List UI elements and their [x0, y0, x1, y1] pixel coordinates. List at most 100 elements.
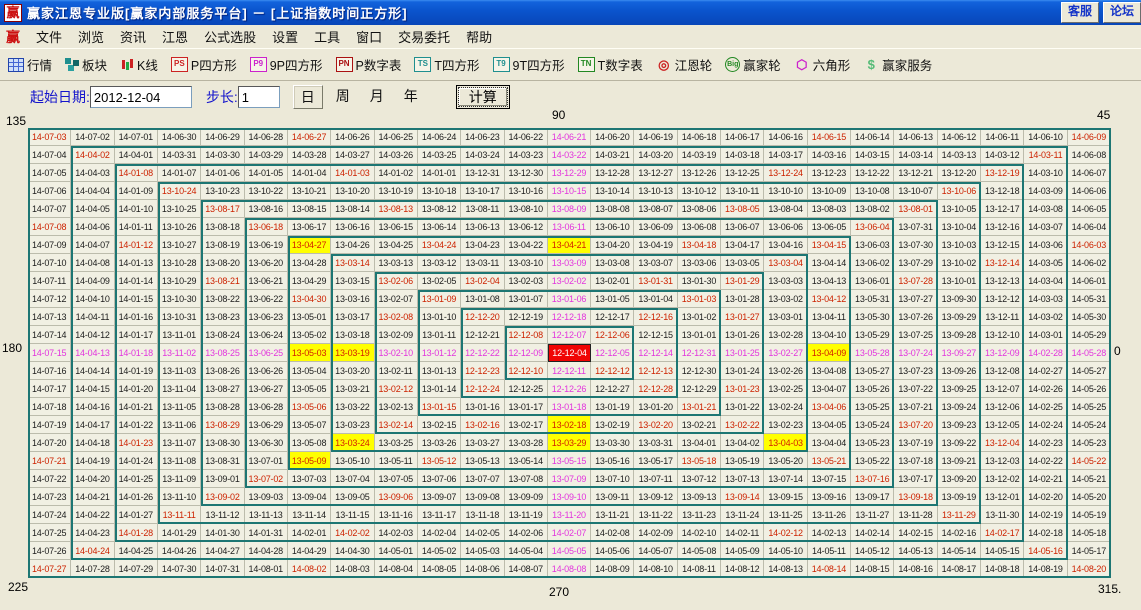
date-cell[interactable]: 13-06-30: [245, 434, 288, 452]
date-cell[interactable]: 14-07-29: [115, 560, 158, 578]
date-cell[interactable]: 14-07-02: [71, 128, 114, 146]
unit-toggle-selected[interactable]: 日: [293, 85, 323, 109]
date-cell[interactable]: 13-08-24: [201, 326, 244, 344]
date-cell[interactable]: 13-01-30: [678, 272, 721, 290]
date-cell[interactable]: 14-06-17: [721, 128, 764, 146]
date-cell[interactable]: 14-07-07: [28, 200, 71, 218]
date-cell[interactable]: 14-01-09: [115, 182, 158, 200]
date-cell[interactable]: 13-08-26: [201, 362, 244, 380]
date-cell[interactable]: 14-03-28: [288, 146, 331, 164]
date-cell[interactable]: 13-09-14: [721, 488, 764, 506]
date-cell[interactable]: 14-04-08: [71, 254, 114, 272]
date-cell[interactable]: 13-01-28: [721, 290, 764, 308]
date-cell[interactable]: 13-12-06: [981, 398, 1024, 416]
date-cell[interactable]: 14-01-17: [115, 326, 158, 344]
date-cell[interactable]: 13-09-05: [331, 488, 374, 506]
date-cell[interactable]: 12-12-30: [678, 362, 721, 380]
menu-item[interactable]: 文件: [28, 25, 70, 48]
date-cell[interactable]: 14-06-16: [764, 128, 807, 146]
date-cell[interactable]: 14-06-30: [158, 128, 201, 146]
date-cell[interactable]: 14-07-05: [28, 164, 71, 182]
date-cell[interactable]: 13-06-17: [288, 218, 331, 236]
date-cell[interactable]: 13-06-19: [245, 236, 288, 254]
date-cell[interactable]: 13-09-20: [938, 470, 981, 488]
date-cell[interactable]: 14-02-18: [1024, 524, 1067, 542]
date-cell[interactable]: 13-05-31: [851, 290, 894, 308]
unit-toggle-option[interactable]: 年: [397, 85, 425, 109]
date-cell[interactable]: 13-04-03: [764, 434, 807, 452]
date-cell[interactable]: 13-10-04: [938, 218, 981, 236]
date-cell[interactable]: 14-01-24: [115, 452, 158, 470]
date-cell[interactable]: 13-10-07: [894, 182, 937, 200]
date-cell[interactable]: 13-12-31: [461, 164, 504, 182]
date-cell[interactable]: 13-10-02: [938, 254, 981, 272]
date-cell[interactable]: 13-07-20: [894, 416, 937, 434]
date-cell[interactable]: 13-05-03: [288, 344, 331, 362]
date-cell[interactable]: 13-05-20: [764, 452, 807, 470]
date-cell[interactable]: 14-04-04: [71, 182, 114, 200]
date-cell[interactable]: 14-02-09: [634, 524, 677, 542]
date-cell[interactable]: 13-12-12: [981, 290, 1024, 308]
date-cell[interactable]: 14-03-27: [331, 146, 374, 164]
date-cell[interactable]: 12-12-16: [634, 308, 677, 326]
date-cell[interactable]: 14-05-02: [418, 542, 461, 560]
date-cell[interactable]: 13-09-10: [548, 488, 591, 506]
date-cell[interactable]: 13-03-23: [331, 416, 374, 434]
date-cell[interactable]: 13-03-22: [331, 398, 374, 416]
center-date-cell[interactable]: 12-12-04: [548, 344, 591, 362]
date-cell[interactable]: 14-03-21: [591, 146, 634, 164]
date-cell[interactable]: 13-12-14: [981, 254, 1024, 272]
date-cell[interactable]: 14-01-14: [115, 272, 158, 290]
date-cell[interactable]: 13-09-23: [938, 416, 981, 434]
date-cell[interactable]: 13-09-25: [938, 380, 981, 398]
date-cell[interactable]: 13-04-04: [808, 434, 851, 452]
date-cell[interactable]: 13-10-14: [591, 182, 634, 200]
date-cell[interactable]: 13-11-27: [851, 506, 894, 524]
date-cell[interactable]: 13-03-11: [461, 254, 504, 272]
date-cell[interactable]: 13-08-27: [201, 380, 244, 398]
date-cell[interactable]: 13-09-12: [634, 488, 677, 506]
date-cell[interactable]: 13-03-10: [505, 254, 548, 272]
date-cell[interactable]: 14-05-22: [1068, 452, 1111, 470]
date-cell[interactable]: 12-12-22: [461, 344, 504, 362]
date-cell[interactable]: 14-01-22: [115, 416, 158, 434]
toolbar-button-hexagon[interactable]: ⬡六角形: [789, 53, 856, 76]
date-cell[interactable]: 13-10-08: [851, 182, 894, 200]
date-cell[interactable]: 14-05-11: [808, 542, 851, 560]
date-cell[interactable]: 13-01-20: [634, 398, 677, 416]
date-cell[interactable]: 13-05-22: [851, 452, 894, 470]
date-cell[interactable]: 14-04-23: [71, 524, 114, 542]
date-cell[interactable]: 14-01-19: [115, 362, 158, 380]
date-cell[interactable]: 14-02-22: [1024, 452, 1067, 470]
date-cell[interactable]: 14-06-01: [1068, 272, 1111, 290]
date-cell[interactable]: 13-11-06: [158, 416, 201, 434]
date-cell[interactable]: 13-07-28: [894, 272, 937, 290]
date-cell[interactable]: 14-04-19: [71, 452, 114, 470]
date-cell[interactable]: 13-07-12: [678, 470, 721, 488]
date-cell[interactable]: 13-02-02: [548, 272, 591, 290]
date-cell[interactable]: 14-04-30: [331, 542, 374, 560]
date-cell[interactable]: 13-10-17: [461, 182, 504, 200]
date-cell[interactable]: 14-02-16: [938, 524, 981, 542]
date-cell[interactable]: 13-12-24: [764, 164, 807, 182]
date-cell[interactable]: 14-06-23: [461, 128, 504, 146]
date-cell[interactable]: 13-02-18: [548, 416, 591, 434]
date-cell[interactable]: 14-08-03: [331, 560, 374, 578]
date-cell[interactable]: 13-11-02: [158, 344, 201, 362]
date-cell[interactable]: 13-11-11: [158, 506, 201, 524]
date-cell[interactable]: 12-12-21: [461, 326, 504, 344]
date-cell[interactable]: 13-09-06: [375, 488, 418, 506]
date-cell[interactable]: 13-06-09: [634, 218, 677, 236]
date-cell[interactable]: 13-04-20: [591, 236, 634, 254]
date-cell[interactable]: 13-05-27: [851, 362, 894, 380]
date-cell[interactable]: 13-10-19: [375, 182, 418, 200]
date-cell[interactable]: 13-12-02: [981, 470, 1024, 488]
date-cell[interactable]: 14-06-03: [1068, 236, 1111, 254]
date-cell[interactable]: 14-05-17: [1068, 542, 1111, 560]
date-cell[interactable]: 13-08-01: [894, 200, 937, 218]
date-cell[interactable]: 13-10-28: [158, 254, 201, 272]
date-cell[interactable]: 13-11-07: [158, 434, 201, 452]
date-cell[interactable]: 13-12-13: [981, 272, 1024, 290]
date-cell[interactable]: 13-05-09: [288, 452, 331, 470]
date-cell[interactable]: 13-07-22: [894, 380, 937, 398]
